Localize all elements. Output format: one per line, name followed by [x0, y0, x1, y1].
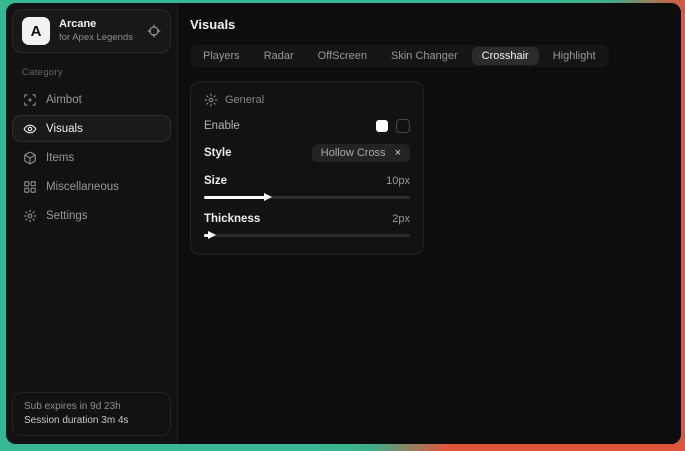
main-content: Visuals PlayersRadarOffScreenSkin Change…	[178, 3, 681, 444]
tab-skin-changer[interactable]: Skin Changer	[381, 47, 468, 65]
size-slider-fill	[204, 196, 266, 199]
size-slider-thumb[interactable]	[264, 193, 272, 201]
category-label: Category	[12, 65, 171, 86]
enable-label: Enable	[204, 120, 240, 132]
sidebar: A Arcane for Apex Legends Category Aimbo…	[6, 3, 178, 444]
gear-icon	[23, 209, 37, 223]
tab-highlight[interactable]: Highlight	[543, 47, 606, 65]
general-panel: General Enable Style Hollow Cross × Size…	[190, 81, 424, 255]
thickness-row: Thickness 2px	[204, 213, 410, 225]
tab-bar: PlayersRadarOffScreenSkin ChangerCrossha…	[190, 45, 609, 67]
page-title: Visuals	[190, 17, 681, 32]
size-row: Size 10px	[204, 175, 410, 187]
sidebar-nav: Aimbot Visuals Items Miscellaneous Settings	[12, 86, 171, 229]
app-logo: A	[22, 17, 50, 45]
session-duration-text: Session duration 3m 4s	[24, 414, 159, 428]
focus-icon	[23, 93, 37, 107]
app-window: A Arcane for Apex Legends Category Aimbo…	[6, 3, 681, 444]
thickness-value: 2px	[392, 213, 410, 225]
style-value: Hollow Cross	[321, 147, 386, 159]
brand-text: Arcane for Apex Legends	[59, 18, 138, 44]
target-icon[interactable]	[147, 24, 161, 38]
enable-keybind-box[interactable]	[396, 119, 410, 133]
eye-icon	[23, 122, 37, 136]
package-icon	[23, 151, 37, 165]
enable-row: Enable	[204, 119, 410, 133]
sidebar-item-aimbot[interactable]: Aimbot	[12, 86, 171, 113]
sidebar-item-settings[interactable]: Settings	[12, 202, 171, 229]
tab-offscreen[interactable]: OffScreen	[308, 47, 377, 65]
thickness-label: Thickness	[204, 213, 260, 225]
style-label: Style	[204, 147, 232, 159]
size-label: Size	[204, 175, 227, 187]
tab-crosshair[interactable]: Crosshair	[472, 47, 539, 65]
size-slider[interactable]	[204, 192, 410, 202]
thickness-slider-thumb[interactable]	[208, 231, 216, 239]
app-subtitle: for Apex Legends	[59, 32, 138, 44]
thickness-slider-track	[204, 234, 410, 237]
enable-checkbox[interactable]	[376, 120, 388, 132]
gear-icon	[204, 93, 218, 107]
tab-radar[interactable]: Radar	[254, 47, 304, 65]
panel-title: General	[225, 94, 264, 106]
sidebar-item-label: Settings	[46, 210, 88, 222]
sidebar-item-miscellaneous[interactable]: Miscellaneous	[12, 173, 171, 200]
size-value: 10px	[386, 175, 410, 187]
tab-players[interactable]: Players	[193, 47, 250, 65]
sidebar-item-label: Items	[46, 152, 74, 164]
brand-card: A Arcane for Apex Legends	[12, 9, 171, 53]
sidebar-item-label: Aimbot	[46, 94, 82, 106]
sidebar-item-label: Visuals	[46, 123, 83, 135]
sidebar-item-visuals[interactable]: Visuals	[12, 115, 171, 142]
style-select[interactable]: Hollow Cross ×	[312, 144, 410, 162]
sub-expires-text: Sub expires in 9d 23h	[24, 400, 159, 414]
sidebar-item-items[interactable]: Items	[12, 144, 171, 171]
style-row: Style Hollow Cross ×	[204, 144, 410, 162]
app-name: Arcane	[59, 18, 138, 32]
grid-icon	[23, 180, 37, 194]
sidebar-item-label: Miscellaneous	[46, 181, 119, 193]
clear-style-icon[interactable]: ×	[395, 148, 401, 159]
thickness-slider[interactable]	[204, 230, 410, 240]
panel-header: General	[204, 93, 410, 107]
subscription-card: Sub expires in 9d 23h Session duration 3…	[12, 392, 171, 436]
